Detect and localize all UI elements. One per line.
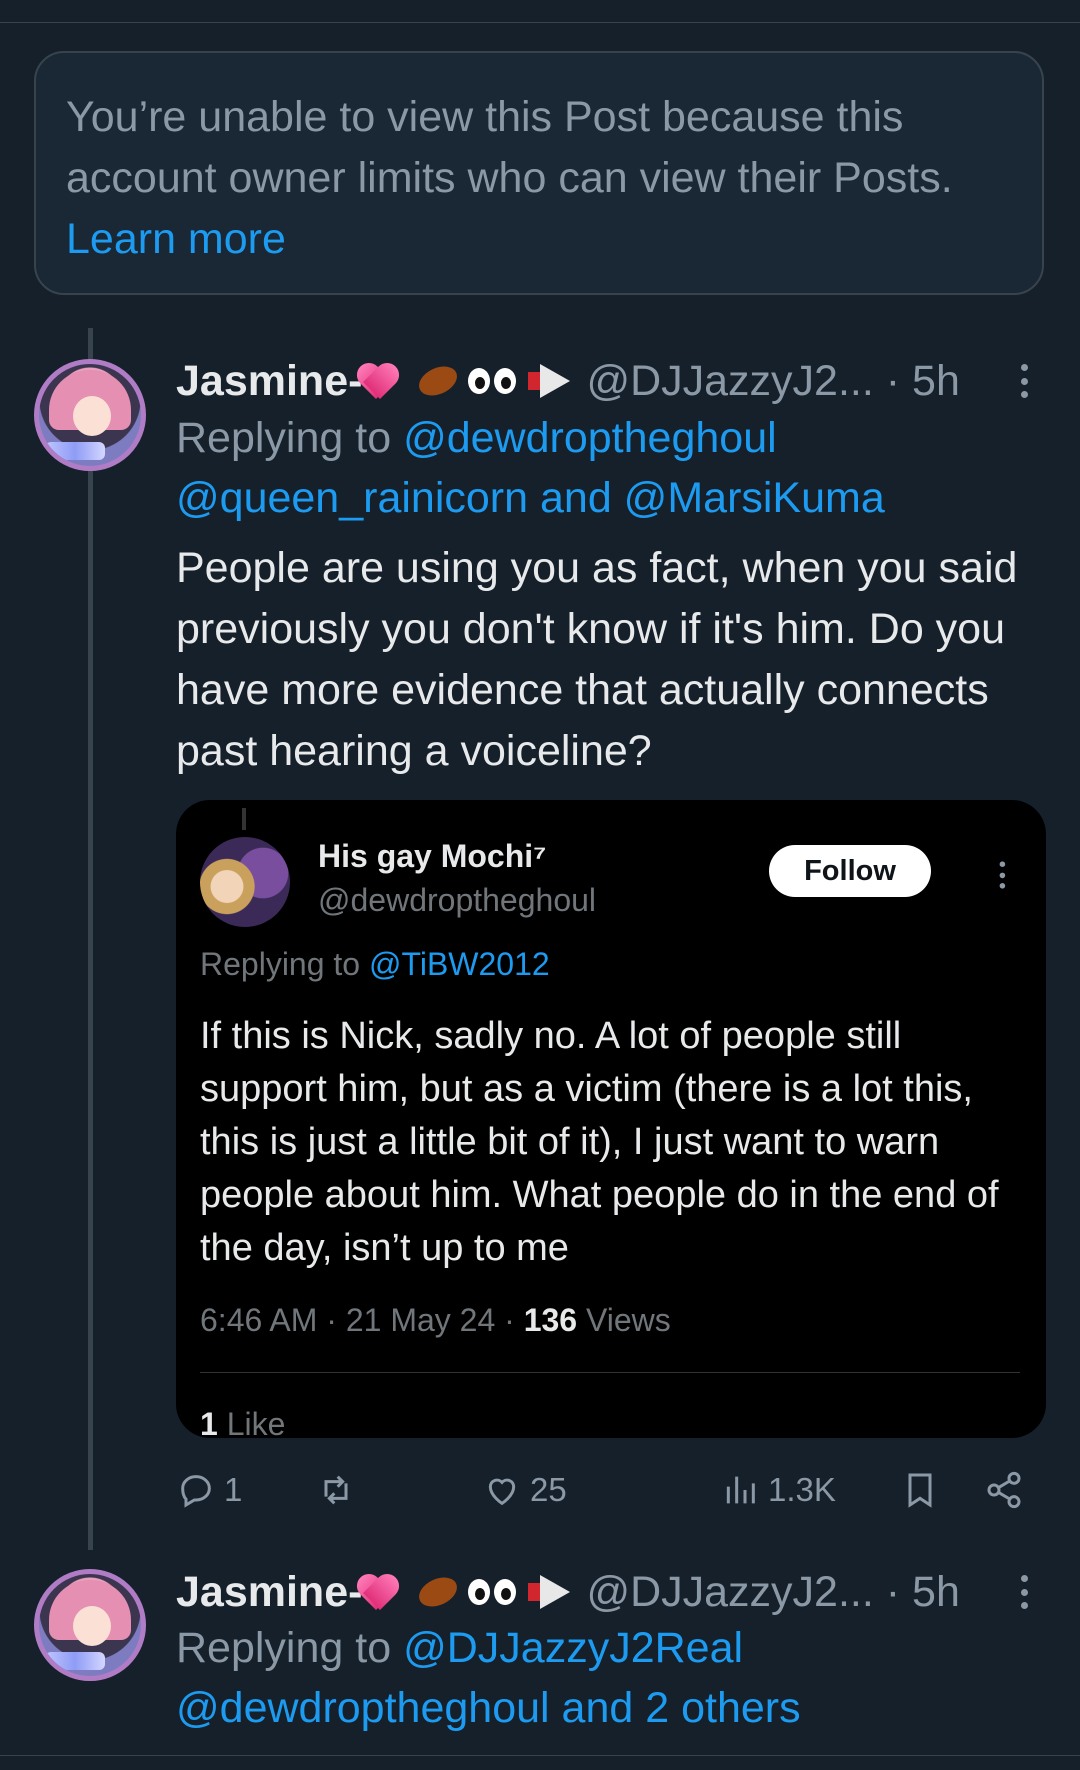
thread-line <box>242 808 246 830</box>
repost-icon <box>324 1475 348 1505</box>
quoted-views-label: Views <box>577 1302 671 1338</box>
views-icon <box>726 1476 755 1504</box>
top-divider <box>0 22 1080 23</box>
quoted-handle: @dewdroptheghoul <box>318 882 597 918</box>
learn-more-link[interactable]: Learn more <box>66 215 286 263</box>
reply-count: 1 <box>224 1471 243 1508</box>
eyes-icon <box>468 366 518 396</box>
quoted-text: If this is Nick, sadly no. A lot of peop… <box>200 1015 999 1269</box>
display-name[interactable]: Jasmine- <box>176 1568 362 1617</box>
display-name[interactable]: Jasmine- <box>176 357 362 406</box>
more-options-icon <box>998 861 1006 889</box>
bookmark-button[interactable] <box>900 1462 940 1518</box>
quoted-replying-to: Replying to @TiBW2012 <box>200 946 550 983</box>
divider <box>200 1372 1020 1373</box>
reply-button[interactable]: 1 <box>176 1462 242 1518</box>
views-count: 1.3K <box>768 1471 836 1508</box>
mention-link[interactable]: @dewdroptheghoul and 2 others <box>176 1684 801 1732</box>
action-bar: 1 25 1.3K <box>176 1462 1046 1518</box>
megaphone-icon <box>528 1575 574 1609</box>
quoted-screenshot[interactable]: His gay Mochi⁷ @dewdroptheghoul Follow R… <box>176 800 1046 1438</box>
bookmark-icon <box>908 1473 932 1508</box>
bottom-divider <box>0 1755 1080 1756</box>
more-options-icon[interactable] <box>1019 364 1029 398</box>
share-icon <box>987 1471 1021 1509</box>
replying-prefix: Replying to <box>176 1624 404 1672</box>
heart-icon <box>364 361 410 401</box>
heart-icon <box>364 1572 410 1612</box>
replying-to: Replying to @DJJazzyJ2Real @dewdropthegh… <box>176 1618 801 1738</box>
quoted-views-count: 136 <box>523 1302 578 1338</box>
cockroach-icon <box>414 1571 463 1613</box>
quoted-likes-label: Like <box>217 1406 286 1438</box>
like-count: 25 <box>530 1471 567 1508</box>
post-text: People are using you as fact, when you s… <box>176 544 1018 775</box>
quoted-meta: 6:46 AM · 21 May 24 · 136 Views <box>200 1302 671 1339</box>
handle-and-time[interactable]: @DJJazzyJ2... · 5h <box>586 1568 959 1617</box>
quoted-display-name: His gay Mochi⁷ <box>318 838 547 874</box>
quoted-likes: 1 Like <box>200 1406 285 1438</box>
post-header: Jasmine- @DJJazzyJ2... · 5h <box>176 1562 960 1622</box>
avatar[interactable] <box>34 1569 146 1681</box>
quoted-likes-count: 1 <box>200 1406 218 1438</box>
like-button[interactable]: 25 <box>482 1462 567 1518</box>
mention-link: @TiBW2012 <box>368 946 550 982</box>
replying-prefix: Replying to <box>200 946 369 982</box>
post-header: Jasmine- @DJJazzyJ2... · 5h <box>176 351 960 411</box>
reply-icon <box>181 1475 211 1508</box>
avatar[interactable] <box>34 359 146 471</box>
views-button[interactable]: 1.3K <box>720 1462 836 1518</box>
megaphone-icon <box>528 364 574 398</box>
heart-outline-icon <box>488 1478 516 1506</box>
more-options-icon[interactable] <box>1019 1575 1029 1609</box>
mention-link[interactable]: @DJJazzyJ2Real <box>403 1624 743 1672</box>
eyes-icon <box>468 1577 518 1607</box>
cockroach-icon <box>414 360 463 402</box>
restricted-post-notice: You’re unable to view this Post because … <box>34 51 1044 295</box>
restricted-notice-text: You’re unable to view this Post because … <box>66 93 953 202</box>
handle-and-time[interactable]: @DJJazzyJ2... · 5h <box>586 357 959 406</box>
replying-prefix: Replying to <box>176 414 404 462</box>
thread-line <box>88 328 93 1550</box>
mention-link[interactable]: @queen_rainicorn and @MarsiKuma <box>176 474 885 522</box>
follow-button: Follow <box>769 845 931 897</box>
share-button[interactable] <box>984 1462 1024 1518</box>
avatar <box>200 837 290 927</box>
mention-link[interactable]: @dewdroptheghoul <box>403 414 777 462</box>
replying-to: Replying to @dewdroptheghoul @queen_rain… <box>176 408 885 528</box>
quoted-time: 6:46 AM · 21 May 24 · <box>200 1302 524 1338</box>
repost-button[interactable] <box>316 1462 364 1518</box>
